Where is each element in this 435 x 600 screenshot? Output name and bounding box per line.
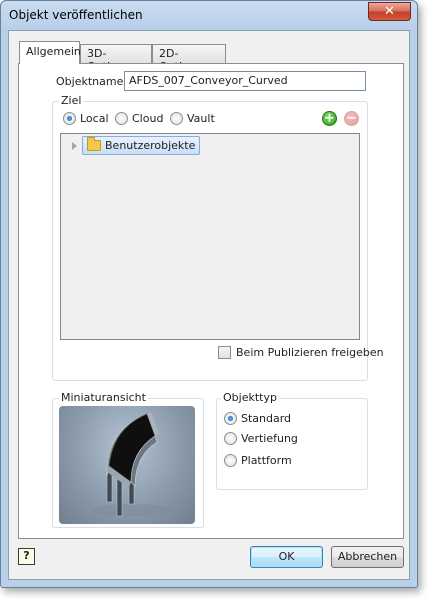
checkbox-label: Beim Publizieren freigeben [236,346,384,359]
object-name-input[interactable]: AFDS_007_Conveyor_Curved [124,71,366,91]
radio-label: Local [80,112,109,125]
window-title: Objekt veröffentlichen [9,8,143,22]
share-on-publish-checkbox[interactable]: Beim Publizieren freigeben [218,346,384,359]
target-cloud-radio[interactable]: Cloud [115,112,163,125]
radio-label: Vault [187,112,215,125]
thumbnail-preview [59,406,195,524]
triangle-right-icon[interactable] [72,142,77,150]
cancel-button[interactable]: Abbrechen [331,546,404,568]
close-icon: ✕ [384,4,395,19]
plus-circle-icon: + [324,111,335,126]
radio-label: Vertiefung [241,432,298,445]
conveyor-curved-thumbnail [91,412,171,517]
help-button[interactable]: ? [18,548,35,565]
folder-icon [87,137,101,151]
ok-button[interactable]: OK [250,546,323,568]
tab-2d-optionen[interactable]: 2D-Optionen [152,44,226,73]
object-type-plattform-radio[interactable]: Plattform [224,454,292,467]
thumbnail-group-title: Miniaturansicht [59,391,148,404]
target-local-radio[interactable]: Local [63,112,109,125]
radio-label: Plattform [241,454,292,467]
target-vault-radio[interactable]: Vault [170,112,215,125]
add-target-button[interactable]: + [322,111,337,126]
help-icon: ? [23,549,30,562]
tab-3d-optionen[interactable]: 3D-Optionen [80,44,152,73]
radio-indicator [224,454,237,467]
object-type-vertiefung-radio[interactable]: Vertiefung [224,432,298,445]
radio-indicator [170,112,183,125]
object-type-group-title: Objekttyp [221,391,279,404]
minus-circle-icon: − [346,111,357,126]
radio-indicator [224,412,237,425]
remove-target-button[interactable]: − [344,111,359,126]
tab-label: Allgemein [26,45,81,58]
radio-label: Standard [241,412,292,425]
target-tree-view[interactable]: Benutzerobjekte [60,133,360,340]
target-group-title: Ziel [59,94,84,107]
object-name-label: Objektname: [56,75,128,88]
radio-indicator [115,112,128,125]
title-bar[interactable]: Objekt veröffentlichen ✕ [1,1,417,29]
tree-item-label: Benutzerobjekte [105,139,196,152]
radio-indicator [63,112,76,125]
tab-allgemein[interactable]: Allgemein [19,41,81,64]
radio-label: Cloud [132,112,164,125]
close-button[interactable]: ✕ [368,2,411,21]
object-type-standard-radio[interactable]: Standard [224,412,291,425]
checkbox-indicator [218,346,231,359]
tree-item-benutzerobjekte[interactable]: Benutzerobjekte [82,136,201,155]
radio-indicator [224,432,237,445]
